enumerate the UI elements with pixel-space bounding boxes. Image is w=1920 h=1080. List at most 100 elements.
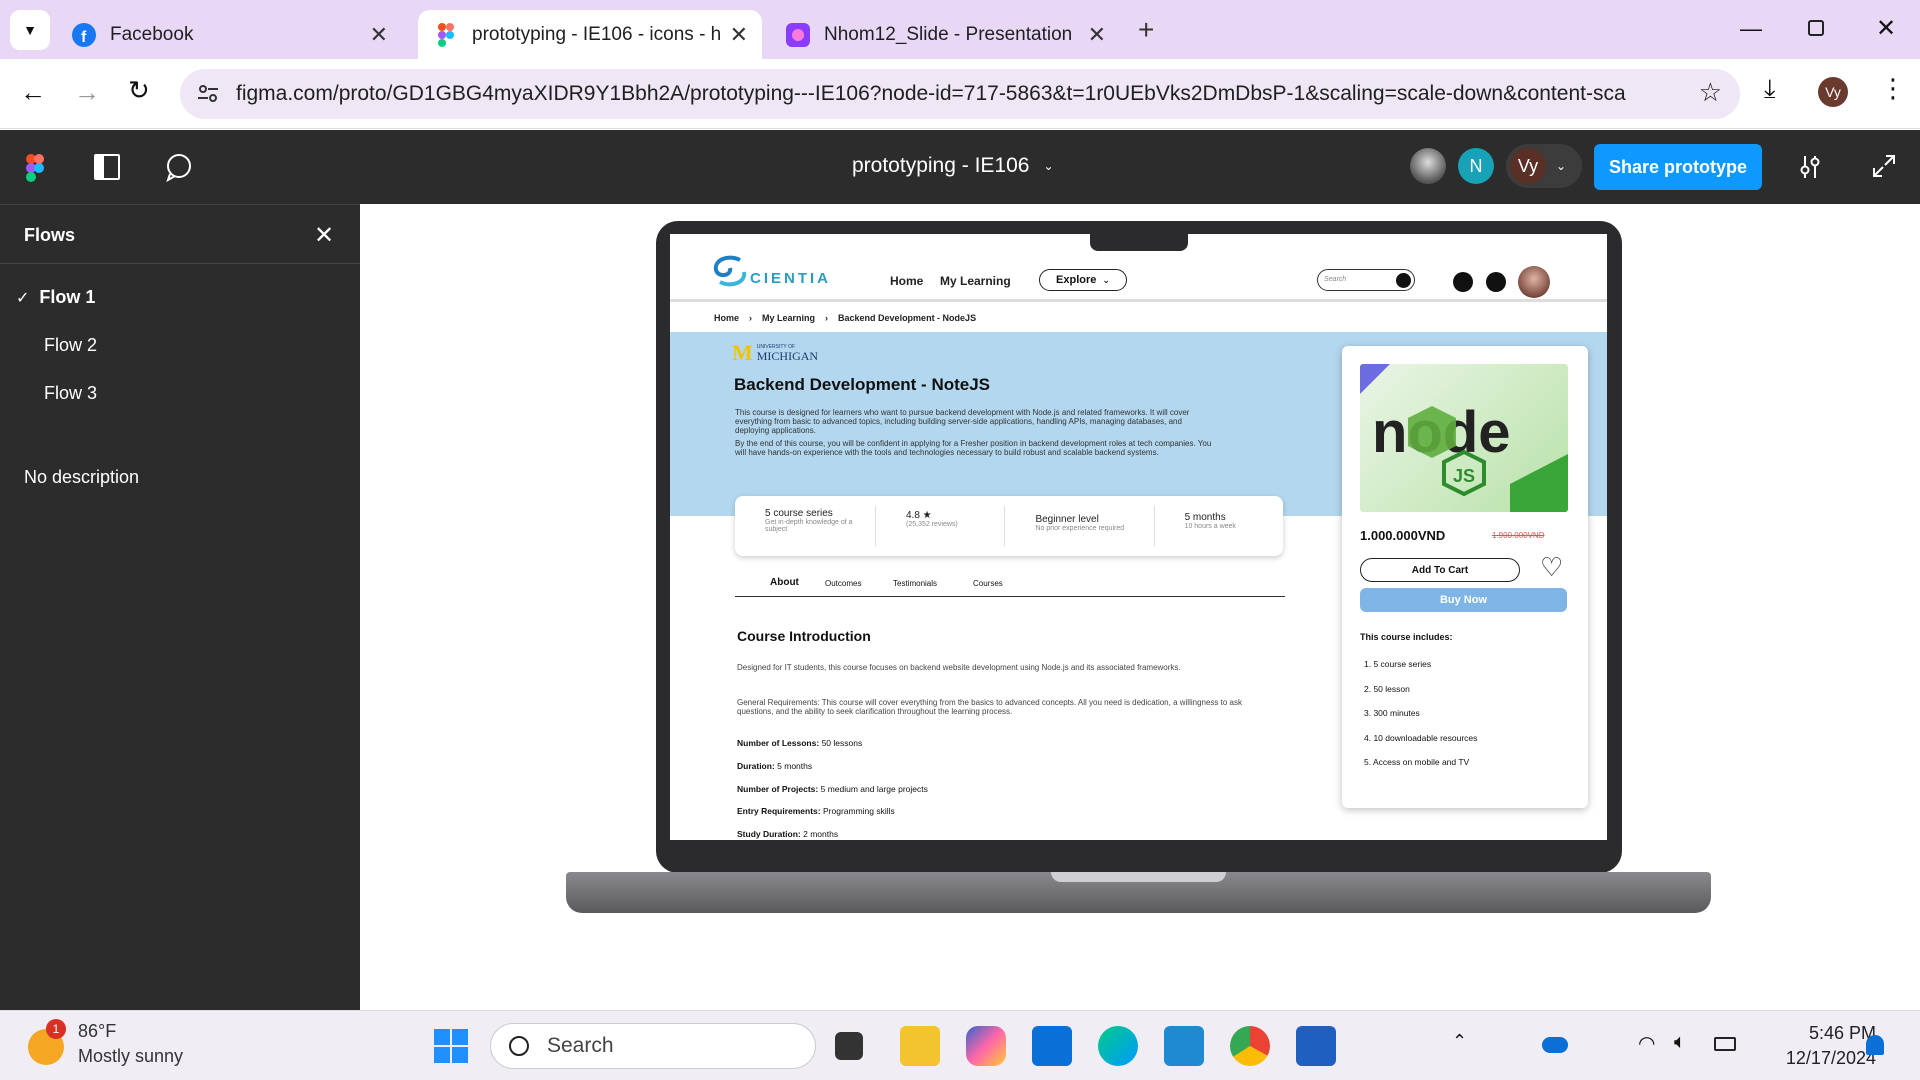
svg-text:JS: JS [1453, 466, 1475, 486]
includes-title: This course includes: [1360, 632, 1453, 642]
close-icon[interactable]: ✕ [370, 22, 388, 48]
task-view-icon[interactable] [835, 1032, 863, 1060]
minimize-button[interactable]: — [1740, 16, 1762, 42]
stat-main: 5 months [1184, 512, 1226, 523]
user-avatar[interactable] [1518, 266, 1550, 298]
weather-badge: 1 [46, 1019, 66, 1039]
flow-item-1[interactable]: ✓ Flow 1 [16, 287, 95, 308]
file-title: prototyping - IE106 [852, 154, 1030, 177]
figma-logo-icon[interactable] [26, 154, 44, 187]
word-icon[interactable] [1296, 1026, 1336, 1066]
breadcrumb-current: Backend Development - NodeJS [838, 313, 977, 323]
prototype-screen: CIENTIA Home My Learning Explore ⌄ Searc… [670, 234, 1607, 840]
sidebar-toggle-icon[interactable] [94, 154, 120, 180]
taskbar-search[interactable]: Search [490, 1023, 816, 1069]
course-price: 1.000.000VND [1360, 528, 1446, 543]
detail-row: Study Duration: 2 months [737, 829, 839, 840]
flow-item-3[interactable]: Flow 3 [44, 383, 97, 404]
clock-time: 5:46 PM [1808, 1023, 1876, 1043]
restore-button[interactable] [1808, 20, 1824, 36]
avatar-vy-menu[interactable]: Vy ⌄ [1506, 144, 1582, 188]
explore-button[interactable]: Explore ⌄ [1039, 269, 1127, 291]
tab-outcomes[interactable]: Outcomes [825, 579, 861, 588]
fullscreen-icon[interactable] [1872, 154, 1896, 183]
wifi-icon[interactable]: ◠ [1638, 1031, 1655, 1056]
notification-icon[interactable] [1486, 272, 1506, 292]
weather-widget[interactable]: 1 86°F Mostly sunny [28, 1019, 183, 1069]
address-bar[interactable]: figma.com/proto/GD1GBG4myaXIDR9Y1Bbh2A/p… [180, 69, 1740, 119]
url-text: figma.com/proto/GD1GBG4myaXIDR9Y1Bbh2A/p… [236, 82, 1626, 105]
close-sidebar-icon[interactable]: ✕ [314, 221, 334, 250]
flow-description: No description [24, 467, 140, 487]
comment-icon[interactable] [164, 152, 194, 187]
includes-list: 1. 5 course series 2. 50 lesson 3. 300 m… [1364, 652, 1477, 775]
clock[interactable]: 5:46 PM 12/17/2024 [1756, 1021, 1876, 1071]
tab-courses[interactable]: Courses [973, 579, 1003, 588]
more-menu-icon[interactable]: ⋮ [1880, 73, 1906, 104]
site-settings-icon[interactable] [196, 81, 220, 105]
nav-home[interactable]: Home [890, 274, 923, 288]
close-icon[interactable]: ✕ [1088, 22, 1106, 48]
chrome-icon[interactable] [1230, 1026, 1270, 1066]
avatar-n[interactable]: N [1458, 148, 1494, 184]
tab-testimonials[interactable]: Testimonials [893, 579, 937, 588]
settings-sliders-icon[interactable] [1798, 154, 1822, 185]
intro-text-1: Designed for IT students, this course fo… [737, 663, 1181, 672]
tab-search-button[interactable]: ▼ [10, 10, 50, 50]
flows-sidebar: Flows ✕ ✓ Flow 1 Flow 2 Flow 3 No descri… [0, 204, 360, 1010]
start-windows-icon[interactable] [434, 1029, 468, 1063]
bookmark-star-icon[interactable]: ☆ [1699, 77, 1722, 108]
site-logo[interactable]: CIENTIA [710, 252, 831, 290]
close-icon[interactable]: ✕ [730, 22, 748, 48]
notification-bell-icon[interactable] [1866, 1035, 1884, 1055]
back-icon[interactable]: ← [20, 77, 46, 108]
forward-icon[interactable]: → [74, 77, 100, 108]
tab-facebook[interactable]: f Facebook ✕ [62, 10, 402, 59]
tab-presentation[interactable]: Nhom12_Slide - Presentation ✕ [776, 10, 1120, 59]
stat-rating: 4.8 ★ (25,352 reviews) [876, 506, 1006, 546]
copilot-icon[interactable] [966, 1026, 1006, 1066]
add-to-cart-label: Add To Cart [1411, 564, 1469, 576]
profile-avatar[interactable]: Vy [1818, 77, 1848, 107]
check-icon: ✓ [16, 289, 30, 307]
detail-row: Entry Requirements: Programming skills [737, 806, 895, 817]
nav-my-learning[interactable]: My Learning [940, 274, 1011, 288]
heart-icon[interactable]: ♡ [1540, 552, 1563, 583]
windows-taskbar: 1 86°F Mostly sunny Search ⌃ ◠ 🔈︎ 5:46 P… [0, 1010, 1920, 1080]
list-item: 3. 300 minutes [1364, 708, 1420, 718]
file-title-dropdown[interactable]: prototyping - IE106 ⌄ [852, 154, 1054, 178]
edge-icon[interactable] [1098, 1026, 1138, 1066]
chevron-up-icon[interactable]: ⌃ [1452, 1031, 1467, 1052]
intro-title: Course Introduction [737, 628, 871, 644]
stat-main: Beginner level [1035, 514, 1099, 525]
download-icon[interactable]: ⤓ [1764, 73, 1776, 105]
share-prototype-button[interactable]: Share prototype [1594, 144, 1762, 190]
cart-icon[interactable] [1453, 272, 1473, 292]
chevron-right-icon: › [749, 313, 753, 323]
search-icon[interactable] [1396, 273, 1411, 288]
facebook-icon: f [72, 22, 96, 47]
microsoft-store-icon[interactable] [1032, 1026, 1072, 1066]
logo-text: CIENTIA [750, 269, 831, 287]
tray-onedrive-icon[interactable] [1542, 1037, 1568, 1053]
breadcrumb-home[interactable]: Home [714, 313, 739, 323]
stat-sub: 10 hours a week [1184, 523, 1236, 530]
add-to-cart-button[interactable]: Add To Cart [1360, 558, 1520, 582]
avatar-photo[interactable] [1410, 148, 1446, 184]
nodejs-logo-icon: node JS [1360, 364, 1568, 512]
reload-icon[interactable]: ↻ [128, 75, 150, 106]
file-explorer-icon[interactable] [900, 1026, 940, 1066]
tab-about[interactable]: About [770, 577, 799, 588]
taskbar-search-label: Search [547, 1034, 614, 1057]
volume-icon[interactable]: 🔈︎ [1674, 1031, 1686, 1054]
flow-item-2[interactable]: Flow 2 [44, 335, 97, 356]
search-icon [509, 1036, 529, 1056]
site-search[interactable]: Search [1317, 269, 1415, 291]
breadcrumb-my-learning[interactable]: My Learning [762, 313, 815, 323]
buy-now-button[interactable]: Buy Now [1360, 588, 1567, 612]
vscode-icon[interactable] [1164, 1026, 1204, 1066]
close-window-button[interactable]: ✕ [1876, 14, 1896, 43]
new-tab-button[interactable]: + [1138, 14, 1154, 46]
battery-icon[interactable] [1714, 1037, 1736, 1051]
tab-figma[interactable]: prototyping - IE106 - icons - he ✕ [418, 10, 762, 59]
